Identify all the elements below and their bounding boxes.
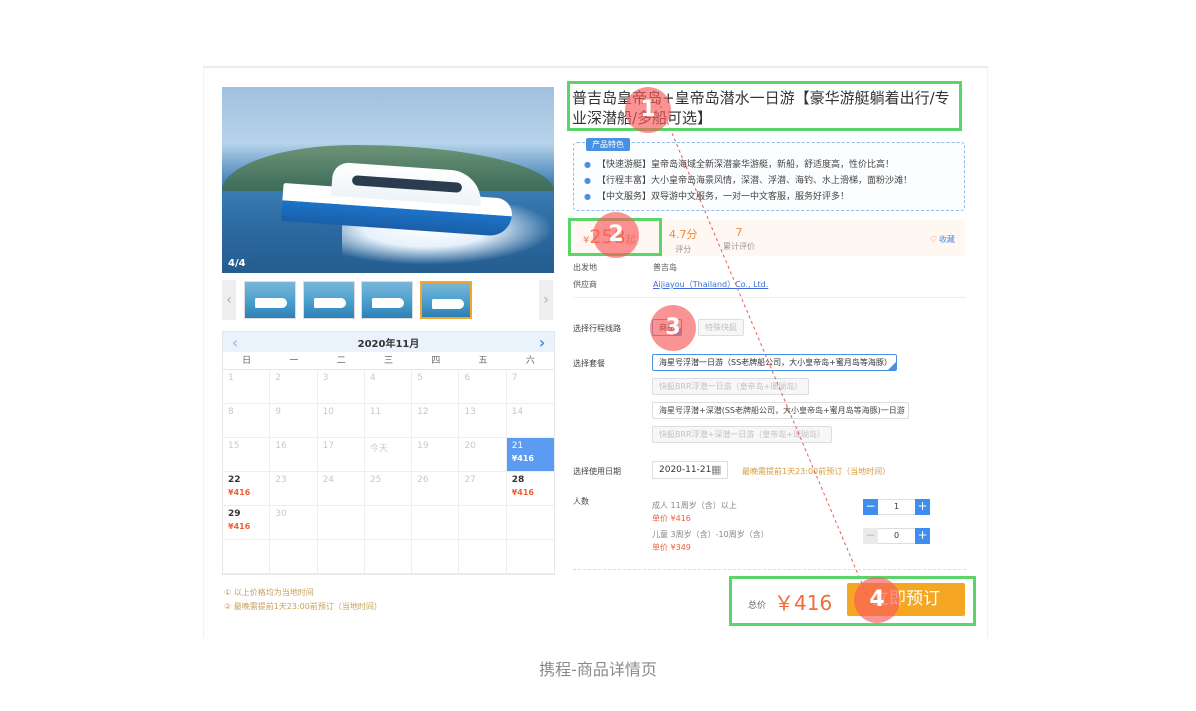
annotation-badge-2: 2 (593, 212, 639, 258)
annotation-badge-1: 1 (625, 87, 671, 133)
annotation-badge-3: 3 (650, 305, 696, 351)
annotation-badge-4: 4 (854, 577, 900, 623)
page-caption: 携程-商品详情页 (539, 660, 657, 679)
highlight-box-book (729, 576, 976, 626)
